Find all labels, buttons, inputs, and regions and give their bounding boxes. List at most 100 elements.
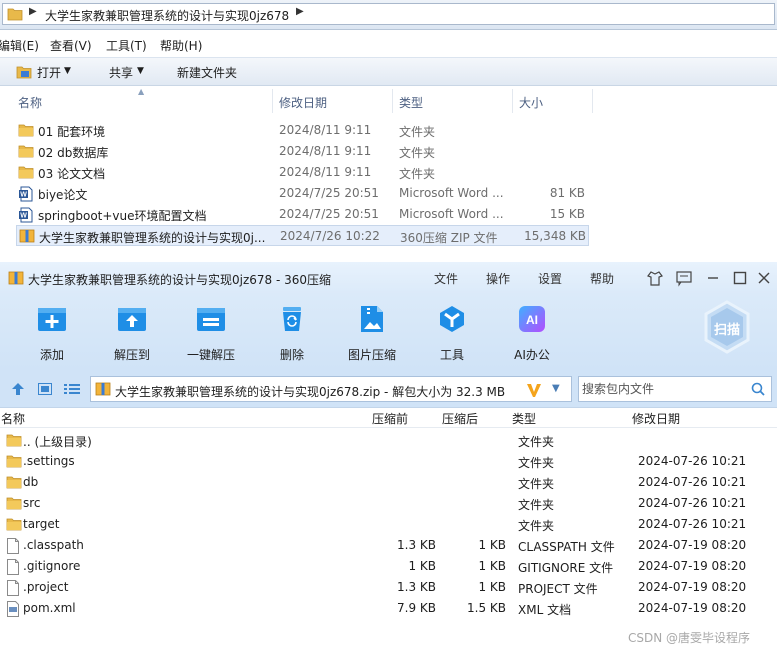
new-folder-button[interactable]: 新建文件夹: [177, 64, 237, 81]
maximize-icon[interactable]: [731, 269, 749, 287]
zip-column-header: 名称 压缩前 压缩后 类型 修改日期: [0, 408, 777, 428]
share-dropdown-icon[interactable]: ▼: [137, 66, 144, 76]
zip-column-unpacked[interactable]: 压缩后: [442, 410, 478, 427]
column-name[interactable]: 名称: [18, 94, 42, 111]
skin-icon[interactable]: [646, 269, 664, 287]
vip-badge-icon[interactable]: [525, 381, 543, 399]
image-compress-icon: [361, 306, 383, 332]
breadcrumb-chevron-icon[interactable]: ▶: [296, 6, 304, 17]
thumbnail-view-icon[interactable]: [38, 383, 52, 395]
up-arrow-icon[interactable]: [11, 382, 25, 396]
archive-entry-row[interactable]: .settings 文件夹 2024-07-26 10:21: [0, 451, 777, 472]
file-size: 15 KB: [549, 207, 585, 221]
file-row[interactable]: 02 db数据库 2024/8/11 9:11 文件夹: [16, 141, 589, 162]
folder-icon: [18, 165, 34, 182]
open-button[interactable]: 打开: [37, 64, 61, 81]
zip-column-name[interactable]: 名称: [1, 410, 25, 427]
list-view-icon[interactable]: [64, 383, 80, 395]
column-divider[interactable]: [592, 89, 593, 113]
column-divider[interactable]: [512, 89, 513, 113]
entry-type: 文件夹: [518, 456, 555, 470]
search-icon[interactable]: [751, 382, 765, 396]
feedback-icon[interactable]: [675, 269, 693, 287]
search-input[interactable]: [582, 381, 742, 397]
file-type: 文件夹: [399, 146, 436, 160]
menu-edit[interactable]: 编辑(E): [0, 37, 39, 54]
open-dropdown-icon[interactable]: ▼: [64, 66, 71, 76]
file-row[interactable]: Wspringboot+vue环境配置文档 2024/7/25 20:51 Micr…: [16, 204, 589, 225]
quick-extract-label: 一键解压: [186, 348, 235, 362]
breadcrumb-item[interactable]: 大学生家教兼职管理系统的设计与实现0jz678: [45, 7, 289, 24]
ai-office-label: AI办公: [514, 348, 550, 362]
recycle-bin-icon: [283, 307, 301, 331]
column-date[interactable]: 修改日期: [279, 94, 327, 111]
entry-type: CLASSPATH 文件: [518, 540, 615, 554]
archive-entry-row[interactable]: .project 1.3 KB 1 KB PROJECT 文件 2024-07-19 0…: [0, 577, 777, 598]
open-icon: [16, 66, 32, 79]
minimize-icon[interactable]: [704, 269, 722, 287]
close-icon[interactable]: [755, 269, 773, 287]
zip-window: 大学生家教兼职管理系统的设计与实现0jz678 - 360压缩 文件 操作 设置…: [0, 262, 777, 650]
file-date: 2024/8/11 9:11: [279, 144, 372, 158]
zip-column-packed[interactable]: 压缩前: [372, 410, 408, 427]
entry-date: 2024-07-26 10:21: [638, 496, 747, 510]
file-row[interactable]: 03 论文文档 2024/8/11 9:11 文件夹: [16, 162, 589, 183]
zip-column-type[interactable]: 类型: [512, 410, 536, 427]
sort-arrow-icon: ▲: [138, 87, 145, 96]
file-type: Microsoft Word ...: [399, 186, 504, 200]
archive-entry-row[interactable]: target 文件夹 2024-07-26 10:21: [0, 514, 777, 535]
zip-column-date[interactable]: 修改日期: [632, 410, 680, 427]
archive-entry-row[interactable]: .. (上级目录) 文件夹: [0, 430, 777, 451]
archive-entry-row[interactable]: src 文件夹 2024-07-26 10:21: [0, 493, 777, 514]
file-type: 360压缩 ZIP 文件: [400, 231, 498, 245]
zip-menu-settings[interactable]: 设置: [538, 270, 562, 287]
file-row[interactable]: 大学生家教兼职管理系统的设计与实现0j... 2024/7/26 10:22 360…: [16, 225, 589, 246]
entry-date: 2024-07-26 10:21: [638, 454, 747, 468]
archive-entry-row[interactable]: db 文件夹 2024-07-26 10:21: [0, 472, 777, 493]
archive-path: 大学生家教兼职管理系统的设计与实现0jz678.zip - 解包大小为 32.3…: [115, 385, 506, 399]
scan-label: 扫描: [713, 323, 740, 338]
file-row[interactable]: 01 配套环境 2024/8/11 9:11 文件夹: [16, 120, 589, 141]
archive-path-field[interactable]: 大学生家教兼职管理系统的设计与实现0jz678.zip - 解包大小为 32.3…: [90, 376, 572, 402]
column-divider[interactable]: [272, 89, 273, 113]
file-date: 2024/7/25 20:51: [279, 186, 379, 200]
file-name: biye论文: [38, 188, 88, 202]
zip-menu-file[interactable]: 文件: [434, 270, 458, 287]
share-button[interactable]: 共享: [109, 64, 133, 81]
column-divider[interactable]: [392, 89, 393, 113]
entry-date: 2024-07-19 08:20: [638, 601, 747, 615]
menu-help[interactable]: 帮助(H): [160, 37, 202, 54]
entry-name: db: [23, 475, 39, 489]
path-dropdown-icon[interactable]: ▼: [552, 383, 560, 394]
explorer-address-bar: ▶ 大学生家教兼职管理系统的设计与实现0jz678 ▶: [0, 0, 777, 30]
explorer-column-header: 名称 ▲ 修改日期 类型 大小: [0, 87, 777, 113]
entry-name: .classpath: [23, 538, 84, 552]
entry-name: .. (上级目录): [23, 435, 92, 449]
scan-button[interactable]: 扫描: [703, 300, 751, 354]
address-box[interactable]: ▶ 大学生家教兼职管理系统的设计与实现0jz678 ▶: [2, 3, 775, 25]
entry-date: 2024-07-26 10:21: [638, 475, 747, 489]
zip-title-bar: 大学生家教兼职管理系统的设计与实现0jz678 - 360压缩 文件 操作 设置…: [0, 262, 777, 294]
ai-icon: AI: [519, 306, 545, 332]
menu-tools[interactable]: 工具(T): [106, 37, 147, 54]
archive-entry-row[interactable]: pom.xml 7.9 KB 1.5 KB XML 文档 2024-07-19 08:2…: [0, 598, 777, 619]
entry-packed-size: 1.3 KB: [397, 580, 436, 594]
archive-entry-row[interactable]: .gitignore 1 KB 1 KB GITIGNORE 文件 2024-07-19…: [0, 556, 777, 577]
entry-packed-size: 7.9 KB: [397, 601, 436, 615]
file-row[interactable]: Wbiye论文 2024/7/25 20:51 Microsoft Word ...…: [16, 183, 589, 204]
zip-address-bar: 大学生家教兼职管理系统的设计与实现0jz678.zip - 解包大小为 32.3…: [0, 370, 777, 408]
column-type[interactable]: 类型: [399, 94, 423, 111]
archive-entry-row[interactable]: .classpath 1.3 KB 1 KB CLASSPATH 文件 2024-07-…: [0, 535, 777, 556]
entry-type: GITIGNORE 文件: [518, 561, 614, 575]
zip-menu-help[interactable]: 帮助: [590, 270, 614, 287]
word-icon: W: [18, 186, 34, 205]
entry-type: PROJECT 文件: [518, 582, 598, 596]
folder-icon: [18, 123, 34, 140]
menu-view[interactable]: 查看(V): [50, 37, 92, 54]
command-bar: 打开 ▼ 共享 ▼ 新建文件夹: [0, 57, 777, 86]
column-size[interactable]: 大小: [519, 94, 543, 111]
file-size: 15,348 KB: [524, 229, 586, 243]
folder-icon: [18, 144, 34, 161]
breadcrumb-separator-icon[interactable]: ▶: [29, 6, 37, 17]
zip-menu-action[interactable]: 操作: [486, 270, 510, 287]
